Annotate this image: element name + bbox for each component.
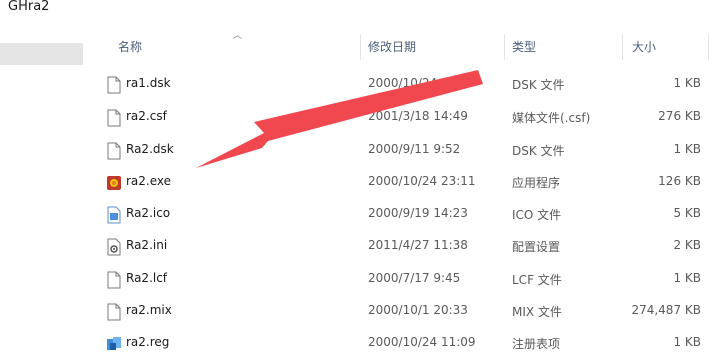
file-size: 1 KB (673, 142, 701, 156)
file-size: 2 KB (673, 238, 701, 252)
file-name: Ra2.ini (126, 238, 168, 252)
file-type: 注册表项 (512, 337, 561, 351)
column-header-size[interactable]: 大小 (632, 38, 656, 55)
settings-file-icon (106, 238, 122, 256)
file-name: ra1.dsk (126, 76, 171, 90)
image-file-icon (106, 206, 122, 224)
file-name: Ra2.ico (126, 206, 171, 220)
file-type: LCF 文件 (512, 273, 562, 287)
file-type: DSK 文件 (512, 78, 565, 92)
file-name: ra2.csf (126, 109, 167, 123)
blank-file-icon (106, 142, 122, 160)
column-divider[interactable] (504, 34, 505, 60)
file-date: 2000/10/1 20:33 (368, 303, 468, 317)
file-row[interactable]: ra2.reg 2000/10/24 11:09 注册表项 1 KB (88, 327, 725, 359)
file-row[interactable]: ra1.dsk 2000/10/24 15:29 DSK 文件 1 KB (88, 68, 725, 100)
file-row[interactable]: Ra2.ico 2000/9/19 14:23 ICO 文件 5 KB (88, 198, 725, 230)
file-row[interactable]: Ra2.ini 2011/4/27 11:38 配置设置 2 KB (88, 230, 725, 262)
file-name: ra2.mix (126, 303, 172, 317)
column-header-name[interactable]: 名称 (118, 38, 142, 55)
nav-selected-item[interactable] (0, 43, 83, 65)
file-date: 2011/4/27 11:38 (368, 238, 468, 252)
blank-file-icon (106, 303, 122, 321)
file-name: Ra2.lcf (126, 271, 168, 285)
file-name: ra2.exe (126, 174, 172, 188)
file-row[interactable]: ra2.mix 2000/10/1 20:33 MIX 文件 274,487 KB (88, 295, 725, 327)
file-type: MIX 文件 (512, 305, 562, 319)
title-bar: GHra2 (0, 0, 725, 22)
file-row[interactable]: Ra2.dsk 2000/9/11 9:52 DSK 文件 1 KB (88, 134, 725, 166)
column-divider[interactable] (360, 34, 361, 60)
file-name: Ra2.dsk (126, 142, 174, 156)
file-type: 媒体文件(.csf) (512, 111, 591, 125)
file-size: 276 KB (658, 109, 701, 123)
file-date: 2000/10/24 15:29 (368, 76, 476, 90)
file-date: 2001/3/18 14:49 (368, 109, 468, 123)
file-type: 应用程序 (512, 176, 561, 190)
file-date: 2000/9/11 9:52 (368, 142, 461, 156)
file-row[interactable]: ra2.csf 2001/3/18 14:49 媒体文件(.csf) 276 KB (88, 101, 725, 133)
file-type: ICO 文件 (512, 208, 562, 222)
file-size: 274,487 KB (631, 303, 701, 317)
blank-file-icon (106, 109, 122, 127)
application-icon (106, 174, 122, 192)
file-name: ra2.reg (126, 335, 170, 349)
file-type: 配置设置 (512, 240, 561, 254)
file-size: 1 KB (673, 76, 701, 90)
column-divider[interactable] (708, 34, 709, 60)
file-size: 5 KB (673, 206, 701, 220)
file-list: ︿ 名称 修改日期 类型 大小 ra1.dsk 2000/10/24 15:29 D… (88, 22, 725, 351)
file-size: 126 KB (658, 174, 701, 188)
file-date: 2000/10/24 11:09 (368, 335, 476, 349)
blank-file-icon (106, 76, 122, 94)
column-divider[interactable] (622, 34, 623, 60)
file-date: 2000/10/24 23:11 (368, 174, 476, 188)
sort-ascending-icon: ︿ (233, 31, 243, 41)
file-type: DSK 文件 (512, 144, 565, 158)
column-header-date[interactable]: 修改日期 (368, 38, 416, 55)
file-row[interactable]: Ra2.lcf 2000/7/17 9:45 LCF 文件 1 KB (88, 263, 725, 295)
window-title: GHra2 (8, 0, 50, 14)
file-size: 1 KB (673, 271, 701, 285)
file-size: 1 KB (673, 335, 701, 349)
navigation-pane (0, 22, 88, 351)
registry-file-icon (106, 335, 122, 353)
column-header-type[interactable]: 类型 (512, 38, 536, 55)
file-date: 2000/9/19 14:23 (368, 206, 468, 220)
file-row[interactable]: ra2.exe 2000/10/24 23:11 应用程序 126 KB (88, 166, 725, 198)
file-date: 2000/7/17 9:45 (368, 271, 461, 285)
blank-file-icon (106, 271, 122, 289)
column-header-row: ︿ 名称 修改日期 类型 大小 (88, 22, 725, 68)
